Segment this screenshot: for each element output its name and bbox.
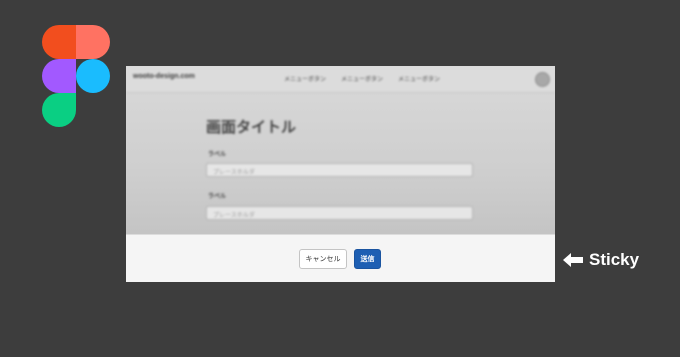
arrow-left-icon (563, 253, 583, 267)
submit-button[interactable]: 送信 (354, 249, 381, 269)
avatar-icon[interactable] (535, 72, 550, 87)
figma-logo-icon (42, 25, 110, 127)
menu-button-3[interactable]: メニューボタン (398, 74, 440, 83)
field-label-1: ラベル (208, 151, 227, 158)
text-input-1[interactable]: プレースホルダ (206, 163, 473, 177)
blurred-page-content: wooto-design.com メニューボタン メニューボタン メニューボタン… (126, 66, 555, 234)
menu-button-1[interactable]: メニューボタン (284, 74, 326, 83)
page-title: 画面タイトル (206, 118, 297, 136)
field-label-2: ラベル (208, 193, 227, 200)
sticky-annotation: Sticky (563, 249, 639, 271)
ui-mockup: wooto-design.com メニューボタン メニューボタン メニューボタン… (126, 66, 555, 282)
sticky-label: Sticky (589, 250, 640, 269)
input-placeholder-1: プレースホルダ (213, 169, 255, 176)
menu-button-2[interactable]: メニューボタン (341, 74, 383, 83)
text-input-2[interactable]: プレースホルダ (206, 206, 473, 220)
sticky-footer: キャンセル 送信 (126, 234, 555, 282)
header-bar: wooto-design.com メニューボタン メニューボタン メニューボタン (126, 66, 555, 93)
input-placeholder-2: プレースホルダ (213, 212, 255, 219)
cancel-button[interactable]: キャンセル (299, 249, 347, 269)
site-logo[interactable]: wooto-design.com (133, 73, 195, 80)
